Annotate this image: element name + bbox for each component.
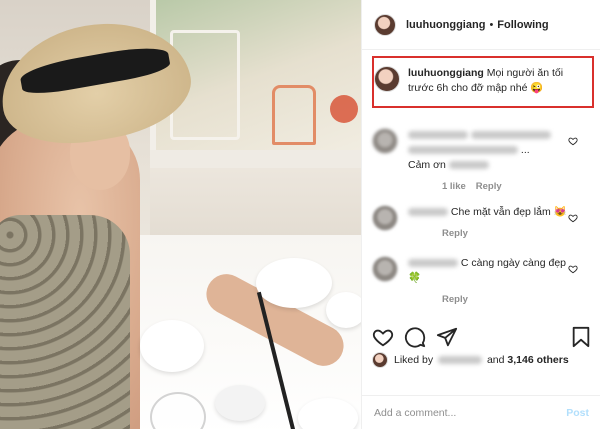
header-separator: • (489, 18, 494, 31)
liked-by-prefix: Liked by (394, 354, 434, 366)
liked-by-line: Liked by and 3,146 others (372, 352, 569, 368)
liked-by-others[interactable]: 3,146 others (507, 354, 568, 366)
liked-by-and: and (486, 354, 505, 366)
caption-avatar[interactable] (374, 66, 400, 92)
reply-button[interactable]: Reply (476, 181, 502, 192)
reply-button[interactable]: Reply (442, 228, 468, 239)
comment-body: ... Cảm ơn 1 like Reply (408, 128, 568, 192)
trolley-shape (272, 85, 316, 145)
comment-item: ... Cảm ơn 1 like Reply (372, 128, 592, 192)
header-username[interactable]: luuhuonggiang (406, 19, 485, 31)
caption-username[interactable]: luuhuonggiang (408, 67, 484, 79)
comment-line: C càng ngày càng đẹp 🍀 (408, 256, 568, 286)
post-button[interactable]: Post (566, 407, 589, 419)
post-actions-bar (372, 325, 592, 349)
blurred-username (408, 131, 468, 140)
blurred-text (448, 161, 489, 170)
caption: luuhuonggiang Mọi người ăn tối trước 6h … (374, 66, 578, 96)
dress (0, 215, 130, 429)
blurred-username (408, 259, 458, 268)
comment-item: C càng ngày càng đẹp 🍀 Reply (372, 256, 592, 305)
heart-icon[interactable] (568, 264, 578, 274)
window-frame (150, 150, 361, 168)
cup (326, 292, 361, 328)
street-sign (330, 95, 358, 123)
blurred-liker-name[interactable] (438, 356, 483, 365)
post-header: luuhuonggiang • Following (362, 0, 600, 50)
blurred-username (408, 208, 448, 217)
caption-text-block: luuhuonggiang Mọi người ăn tối trước 6h … (408, 66, 578, 96)
comment-item: Che mặt vẫn đẹp lắm 😻 Reply (372, 205, 592, 239)
post-side-panel: luuhuonggiang • Following luuhuonggiang … (361, 0, 600, 429)
following-button[interactable]: Following (497, 19, 548, 31)
avatar[interactable] (374, 13, 396, 36)
comment-line: Che mặt vẫn đẹp lắm 😻 (408, 205, 568, 220)
comment-line (408, 128, 568, 143)
blurred-text (408, 146, 518, 155)
comment-line: ... (408, 143, 568, 158)
comment-icon[interactable] (404, 326, 426, 348)
comment-ellipsis: ... (520, 144, 530, 156)
heart-icon[interactable] (372, 326, 394, 348)
liker-avatar[interactable] (372, 352, 388, 368)
post-photo[interactable] (0, 0, 361, 429)
blurred-text (470, 131, 551, 140)
plate (256, 258, 332, 308)
share-icon[interactable] (436, 326, 458, 348)
comment-text: Che mặt vẫn đẹp lắm 😻 (450, 206, 567, 218)
sauce-dish (215, 385, 265, 421)
plate (140, 320, 204, 372)
commenter-avatar-blurred[interactable] (372, 128, 398, 154)
commenter-avatar-blurred[interactable] (372, 256, 398, 282)
heart-icon[interactable] (568, 136, 578, 146)
comment-meta: 1 like Reply (408, 181, 568, 192)
add-comment-row: Add a comment... Post (362, 395, 600, 429)
bookmark-icon[interactable] (570, 326, 592, 348)
liked-by-text: Liked by and 3,146 others (394, 354, 569, 366)
heart-icon[interactable] (568, 213, 578, 223)
comment-like-count[interactable]: 1 like (442, 181, 466, 192)
comment-text: Cảm ơn (408, 159, 446, 171)
commenter-avatar-blurred[interactable] (372, 205, 398, 231)
comment-meta: Reply (408, 294, 568, 305)
comment-line: Cảm ơn (408, 158, 568, 173)
reply-button[interactable]: Reply (442, 294, 468, 305)
comment-meta: Reply (408, 228, 568, 239)
comment-body: Che mặt vẫn đẹp lắm 😻 Reply (408, 205, 568, 239)
comment-body: C càng ngày càng đẹp 🍀 Reply (408, 256, 568, 305)
add-comment-input[interactable]: Add a comment... (374, 407, 456, 419)
